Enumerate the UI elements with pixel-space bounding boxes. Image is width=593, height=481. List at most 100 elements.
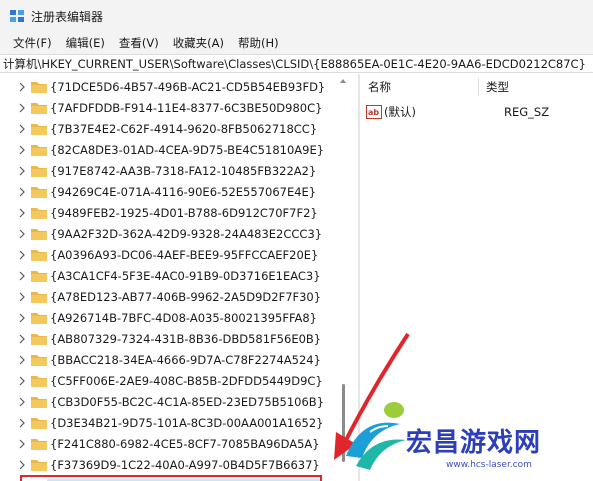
svg-text:ab: ab — [368, 108, 379, 117]
column-header-type[interactable]: 类型 — [486, 74, 509, 100]
chevron-right-icon[interactable] — [16, 333, 28, 345]
folder-icon — [31, 249, 47, 261]
chevron-right-icon[interactable] — [16, 228, 28, 240]
tree-item[interactable]: {BBACC218-34EA-4666-9D7A-C78F2274A524} — [0, 349, 336, 370]
string-value-icon: ab — [366, 105, 382, 119]
watermark: 宏昌游戏网 www.hcs-laser.com — [342, 396, 593, 481]
tree-item[interactable]: {71DCE5D6-4B57-496B-AC21-CD5B54EB93FD} — [0, 76, 336, 97]
chevron-right-icon[interactable] — [16, 312, 28, 324]
chevron-right-icon[interactable] — [16, 375, 28, 387]
tree-item-label: {A0396A93-DC06-4AEF-BEE9-95FFCCAEF20E} — [50, 247, 319, 262]
tree-item-label: {CB3D0F55-BC2C-4C1A-85ED-23ED75B5106B} — [50, 394, 325, 409]
tree-item[interactable]: {A926714B-7BFC-4D08-A035-80021395FFA8} — [0, 307, 336, 328]
regedit-icon — [10, 10, 24, 22]
tree-item[interactable]: {917E8742-AA3B-7318-FA12-10485FB322A2} — [0, 160, 336, 181]
folder-icon — [31, 291, 47, 303]
tree-item[interactable]: {9489FEB2-1925-4D01-B788-6D912C70F7F2} — [0, 202, 336, 223]
folder-icon — [31, 186, 47, 198]
folder-icon — [31, 270, 47, 282]
title-bar: 注册表编辑器 — [0, 0, 593, 32]
tree-item-label: {71DCE5D6-4B57-496B-AC21-CD5B54EB93FD} — [50, 79, 326, 94]
chevron-right-icon[interactable] — [16, 123, 28, 135]
tree-item-label: {7B37E4E2-C62F-4914-9620-8FB5062718CC} — [50, 121, 318, 136]
folder-icon — [31, 396, 47, 408]
scroll-up-arrow-icon[interactable] — [340, 78, 346, 84]
watermark-title: 宏昌游戏网 — [406, 428, 542, 458]
chevron-right-icon[interactable] — [16, 249, 28, 261]
folder-icon — [31, 459, 47, 471]
tree-item-selected[interactable]: {E88865EA-0E1C-4E20-9AA6-EDCD0212C87C} — [20, 475, 322, 481]
value-name: (默认) — [384, 105, 416, 119]
value-row[interactable]: ab (默认) REG_SZ — [360, 102, 593, 122]
folder-icon — [31, 207, 47, 219]
watermark-url: www.hcs-laser.com — [446, 460, 532, 470]
chevron-right-icon[interactable] — [16, 165, 28, 177]
tree-item-label: {BBACC218-34EA-4666-9D7A-C78F2274A524} — [50, 352, 321, 367]
chevron-right-icon[interactable] — [16, 459, 28, 471]
registry-tree[interactable]: {71DCE5D6-4B57-496B-AC21-CD5B54EB93FD} {7… — [0, 74, 338, 481]
tree-item-label: {AB807329-7324-431B-8B36-DBD581F56E0B} — [50, 331, 322, 346]
menu-help[interactable]: 帮助(H) — [231, 35, 286, 51]
folder-icon — [31, 417, 47, 429]
menu-view[interactable]: 查看(V) — [112, 35, 166, 51]
tree-item-label: {7AFDFDDB-F914-11E4-8377-6C3BE50D980C} — [50, 100, 323, 115]
tree-item[interactable]: {F241C880-6982-4CE5-8CF7-7085BA96DA5A} — [0, 433, 336, 454]
folder-icon — [31, 333, 47, 345]
chevron-right-icon[interactable] — [16, 207, 28, 219]
chevron-right-icon[interactable] — [16, 438, 28, 450]
menu-file[interactable]: 文件(F) — [6, 35, 59, 51]
chevron-right-icon[interactable] — [16, 81, 28, 93]
tree-item[interactable]: {82CA8DE3-01AD-4CEA-9D75-BE4C51810A9E} — [0, 139, 336, 160]
folder-icon — [31, 354, 47, 366]
column-divider[interactable] — [478, 78, 479, 96]
tree-item-label: {A78ED123-AB77-406B-9962-2A5D9D2F7F30} — [50, 289, 322, 304]
menu-edit[interactable]: 编辑(E) — [59, 35, 112, 51]
chevron-right-icon[interactable] — [16, 417, 28, 429]
value-type: REG_SZ — [504, 105, 550, 119]
tree-item[interactable]: {A0396A93-DC06-4AEF-BEE9-95FFCCAEF20E} — [0, 244, 336, 265]
chevron-right-icon[interactable] — [16, 291, 28, 303]
menu-bar: 文件(F) 编辑(E) 查看(V) 收藏夹(A) 帮助(H) — [0, 32, 593, 54]
chevron-right-icon[interactable] — [16, 354, 28, 366]
folder-icon — [31, 144, 47, 156]
folder-icon — [31, 438, 47, 450]
tree-item-label: {82CA8DE3-01AD-4CEA-9D75-BE4C51810A9E} — [50, 142, 325, 157]
chevron-right-icon[interactable] — [16, 396, 28, 408]
window-title: 注册表编辑器 — [31, 9, 104, 24]
tree-item[interactable]: {7AFDFDDB-F914-11E4-8377-6C3BE50D980C} — [0, 97, 336, 118]
tree-item[interactable]: {C5FF006E-2AE9-408C-B85B-2DFDD5449D9C} — [0, 370, 336, 391]
tree-item-label: {9489FEB2-1925-4D01-B788-6D912C70F7F2} — [50, 205, 318, 220]
tree-item[interactable]: {F37369D9-1C22-40A0-A997-0B4D5F7B6637} — [0, 454, 336, 475]
tree-item[interactable]: {A3CA1CF4-5F3E-4AC0-91B9-0D3716E1EAC3} — [0, 265, 336, 286]
column-header-name[interactable]: 名称 — [368, 74, 391, 100]
folder-icon — [31, 165, 47, 177]
menu-favorites[interactable]: 收藏夹(A) — [166, 35, 231, 51]
address-path[interactable]: 计算机\HKEY_CURRENT_USER\Software\Classes\C… — [3, 56, 586, 72]
tree-item[interactable]: {A78ED123-AB77-406B-9962-2A5D9D2F7F30} — [0, 286, 336, 307]
address-bar[interactable]: 计算机\HKEY_CURRENT_USER\Software\Classes\C… — [0, 54, 593, 73]
tree-item-label: {9AA2F32D-362A-42D9-9328-24A483E2CCC3} — [50, 226, 323, 241]
tree-item[interactable]: {94269C4E-071A-4116-90E6-52E557067E4E} — [0, 181, 336, 202]
tree-item-label: {A3CA1CF4-5F3E-4AC0-91B9-0D3716E1EAC3} — [50, 268, 321, 283]
tree-item-label: {F37369D9-1C22-40A0-A997-0B4D5F7B6637} — [50, 457, 320, 472]
tree-item[interactable]: {9AA2F32D-362A-42D9-9328-24A483E2CCC3} — [0, 223, 336, 244]
chevron-right-icon[interactable] — [16, 270, 28, 282]
tree-item[interactable]: {D3E34B21-9D75-101A-8C3D-00AA001A1652} — [0, 412, 336, 433]
tree-item-label: {C5FF006E-2AE9-408C-B85B-2DFDD5449D9C} — [50, 373, 323, 388]
folder-icon — [31, 228, 47, 240]
folder-icon — [31, 123, 47, 135]
tree-item-label: {917E8742-AA3B-7318-FA12-10485FB322A2} — [50, 163, 317, 178]
folder-icon — [31, 375, 47, 387]
tree-item[interactable]: {CB3D0F55-BC2C-4C1A-85ED-23ED75B5106B} — [0, 391, 336, 412]
tree-item[interactable]: {AB807329-7324-431B-8B36-DBD581F56E0B} — [0, 328, 336, 349]
chevron-right-icon[interactable] — [16, 186, 28, 198]
folder-icon — [31, 312, 47, 324]
folder-icon — [31, 81, 47, 93]
tree-item[interactable]: {7B37E4E2-C62F-4914-9620-8FB5062718CC} — [0, 118, 336, 139]
chevron-right-icon[interactable] — [16, 102, 28, 114]
folder-icon — [31, 102, 47, 114]
tree-item-label: {A926714B-7BFC-4D08-A035-80021395FFA8} — [50, 310, 317, 325]
tree-item-label: {D3E34B21-9D75-101A-8C3D-00AA001A1652} — [50, 415, 324, 430]
tree-item-label: {94269C4E-071A-4116-90E6-52E557067E4E} — [50, 184, 317, 199]
chevron-right-icon[interactable] — [16, 144, 28, 156]
